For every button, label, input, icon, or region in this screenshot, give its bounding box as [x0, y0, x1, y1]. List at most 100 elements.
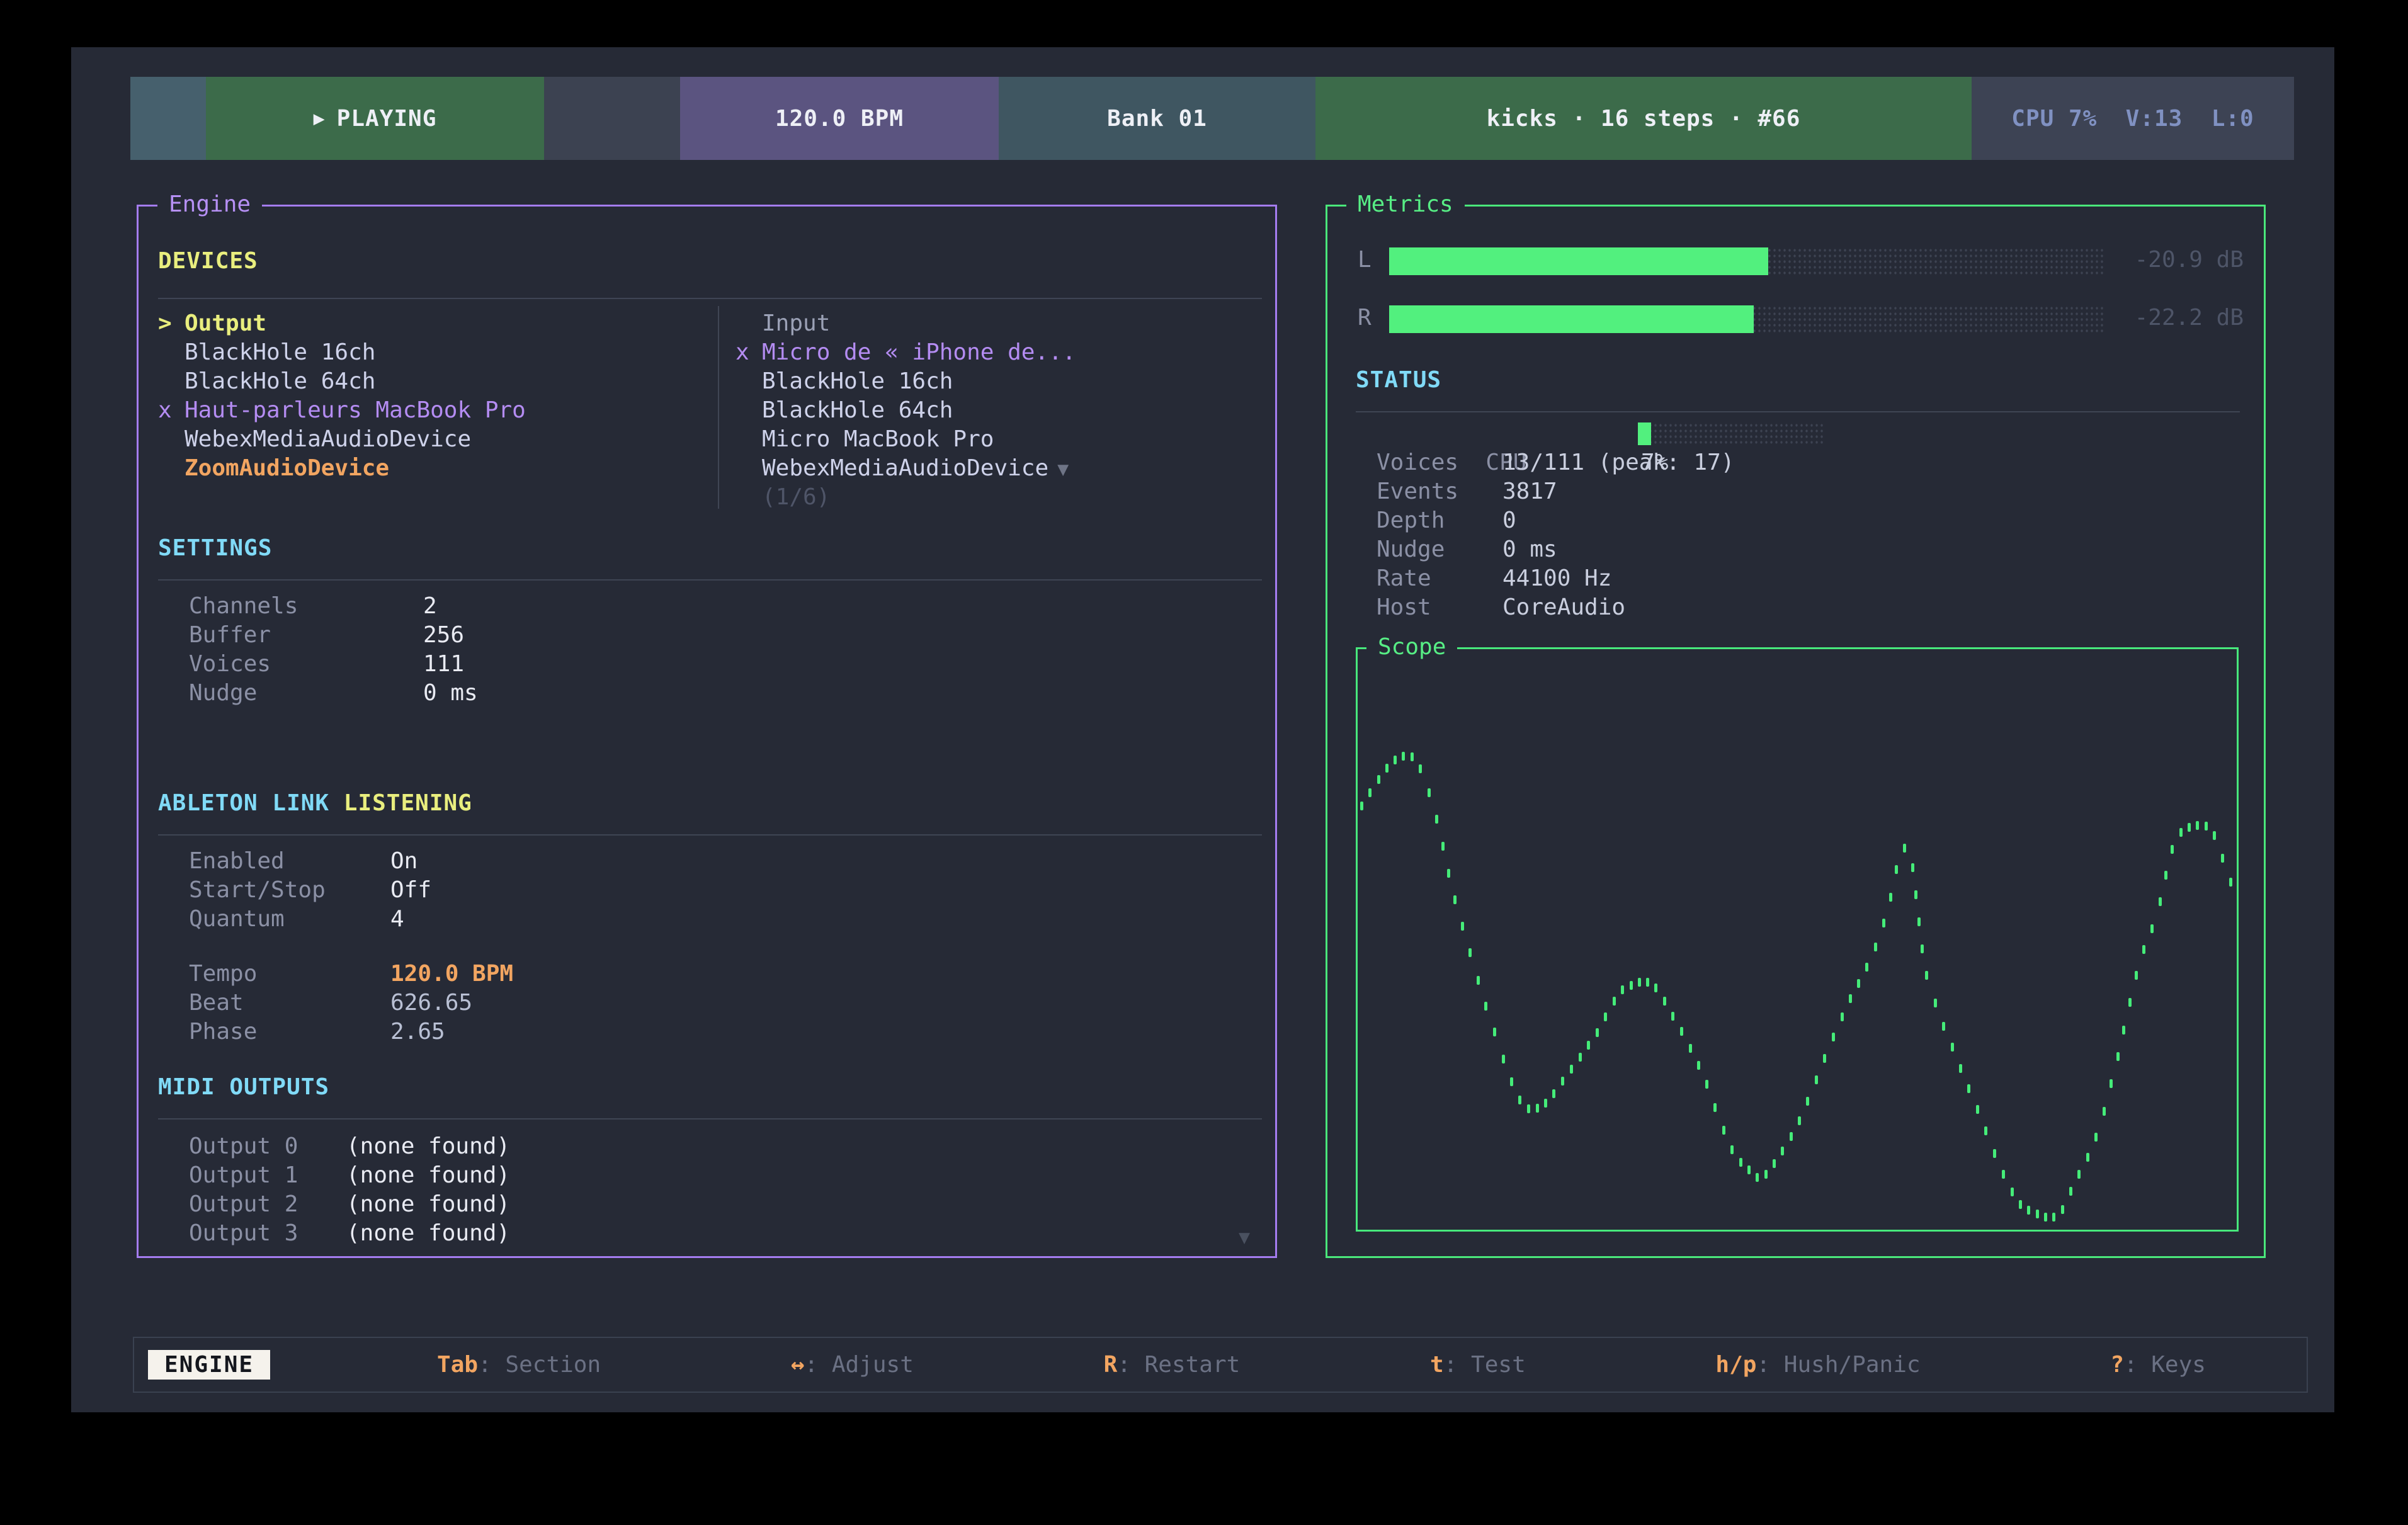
kv-value[interactable]: 120.0 BPM	[390, 961, 513, 987]
marker-spacer	[735, 483, 762, 512]
scope-sample-dot	[2221, 854, 2224, 863]
scope-sample-dot	[1914, 890, 1917, 899]
scope-sample-dot	[1385, 764, 1389, 773]
device-item[interactable]: BlackHole 16ch	[735, 367, 1076, 396]
bpm-display[interactable]: 120.0 BPM	[680, 77, 999, 160]
kv-value[interactable]: 4	[390, 906, 404, 932]
shortcut-hints: Tab: Section↔: AdjustR: Restartt: Testh/…	[437, 1352, 2206, 1378]
status-header: STATUS	[1356, 367, 1441, 393]
device-item[interactable]: WebexMediaAudioDevice ▼	[735, 454, 1076, 483]
device-item[interactable]: ZoomAudioDevice	[158, 454, 526, 483]
kv-value[interactable]: 111	[423, 651, 464, 677]
scope-sample-dot	[2135, 971, 2138, 980]
shortcut-key: R	[1104, 1352, 1118, 1378]
marker-spacer	[735, 454, 762, 483]
meter-right: R -22.2 dB	[1327, 302, 2264, 334]
scope-sample-dot	[1903, 844, 1906, 853]
status-label: Rate	[1377, 564, 1502, 593]
scope-sample-dot	[1621, 985, 1624, 994]
kv-value[interactable]: 626.65	[390, 990, 472, 1016]
device-item[interactable]: BlackHole 64ch	[158, 367, 526, 396]
engine-panel: Engine DEVICES >Output BlackHole 16ch Bl…	[137, 205, 1277, 1258]
status-value: 0	[1502, 507, 1516, 533]
bank-display[interactable]: Bank 01	[999, 77, 1315, 160]
divider	[158, 1118, 1262, 1120]
device-item[interactable]: xHaut-parleurs MacBook Pro	[158, 396, 526, 425]
device-label: BlackHole 16ch	[185, 339, 375, 365]
scope-waveform	[1358, 649, 2237, 1230]
device-label: ZoomAudioDevice	[185, 455, 389, 481]
scope-sample-dot	[2150, 924, 2154, 933]
scope-sample-dot	[1502, 1055, 1505, 1063]
kv-value[interactable]: On	[390, 848, 417, 874]
scope-sample-dot	[1630, 981, 1633, 990]
scope-sample-dot	[1654, 984, 1657, 992]
link-tempo-rows: Tempo120.0 BPMBeat626.65Phase2.65	[189, 960, 513, 1046]
midi-outputs-header: MIDI OUTPUTS	[158, 1074, 329, 1100]
marker-spacer	[735, 396, 762, 425]
meter-right-fill	[1389, 305, 1754, 333]
device-item[interactable]: BlackHole 64ch	[735, 396, 1076, 425]
mode-tab-engine[interactable]: ENGINE	[148, 1350, 270, 1380]
kv-value[interactable]: 0 ms	[423, 680, 478, 706]
device-label: Micro de « iPhone de...	[762, 339, 1076, 365]
device-item[interactable]: xMicro de « iPhone de...	[735, 338, 1076, 367]
scope-sample-dot	[1841, 1012, 1844, 1021]
kv-value[interactable]: 2	[423, 593, 437, 619]
kv-value[interactable]: (none found)	[346, 1162, 510, 1188]
scope-sample-dot	[1394, 756, 1397, 764]
kv-row: EnabledOn	[189, 847, 431, 876]
device-label: BlackHole 64ch	[762, 397, 953, 423]
scope-sample-dot	[1402, 752, 1405, 761]
device-item[interactable]: WebexMediaAudioDevice	[158, 425, 526, 454]
status-segment	[130, 77, 206, 160]
device-label: Input	[762, 310, 830, 336]
kv-value[interactable]: Off	[390, 877, 431, 903]
kv-label: Output 1	[189, 1161, 346, 1190]
scope-sample-dot	[1921, 944, 1924, 953]
device-label: WebexMediaAudioDevice	[762, 455, 1048, 481]
kv-row: Voices111	[189, 650, 478, 679]
status-label: Host	[1377, 593, 1502, 622]
scope-sample-dot	[1934, 999, 1937, 1007]
scope-sample-dot	[1453, 895, 1457, 904]
status-value: 13/111 (peak: 17)	[1502, 450, 1734, 475]
status-label: Events	[1377, 477, 1502, 506]
kv-row: Output 1(none found)	[189, 1161, 510, 1190]
scope-sample-dot	[1360, 802, 1363, 810]
scope-sample-dot	[1722, 1126, 1725, 1135]
device-item[interactable]: BlackHole 16ch	[158, 338, 526, 367]
scope-sample-dot	[1377, 775, 1380, 784]
kv-label: Buffer	[189, 621, 423, 650]
dropdown-arrow-icon[interactable]: ▼	[1057, 458, 1069, 480]
device-item[interactable]: >Output	[158, 309, 526, 338]
kv-row: Output 3(none found)	[189, 1219, 510, 1248]
output-device-list: >Output BlackHole 16ch BlackHole 64chxHa…	[158, 309, 526, 483]
transport-status[interactable]: ▶ PLAYING	[206, 77, 544, 160]
kv-value[interactable]: 2.65	[390, 1019, 445, 1045]
kv-value[interactable]: 256	[423, 622, 464, 648]
scope-sample-dot	[1613, 997, 1616, 1006]
scope-sample-dot	[2171, 845, 2174, 854]
scope-sample-dot	[1435, 815, 1438, 824]
kv-row: Beat626.65	[189, 989, 513, 1018]
kv-value[interactable]: (none found)	[346, 1220, 510, 1246]
divider	[158, 834, 1262, 836]
scroll-down-icon[interactable]: ▼	[1239, 1227, 1250, 1249]
kv-value[interactable]: (none found)	[346, 1133, 510, 1159]
device-item[interactable]: Micro MacBook Pro	[735, 425, 1076, 454]
scope-sample-dot	[1663, 997, 1666, 1006]
scope-sample-dot	[1895, 865, 1898, 874]
scope-sample-dot	[1976, 1105, 1979, 1114]
meter-right-track	[1389, 305, 2104, 333]
link-rows: EnabledOnStart/StopOffQuantum4	[189, 847, 431, 934]
marker-spacer	[158, 367, 185, 396]
kv-label: Output 0	[189, 1132, 346, 1161]
scope-sample-dot	[1477, 976, 1480, 985]
divider	[158, 298, 1262, 299]
scope-box: Scope	[1356, 647, 2239, 1232]
kv-value[interactable]: (none found)	[346, 1191, 510, 1217]
kv-row: Phase2.65	[189, 1018, 513, 1046]
scope-sample-dot	[1790, 1132, 1793, 1141]
kv-row: Nudge0 ms	[189, 679, 478, 708]
